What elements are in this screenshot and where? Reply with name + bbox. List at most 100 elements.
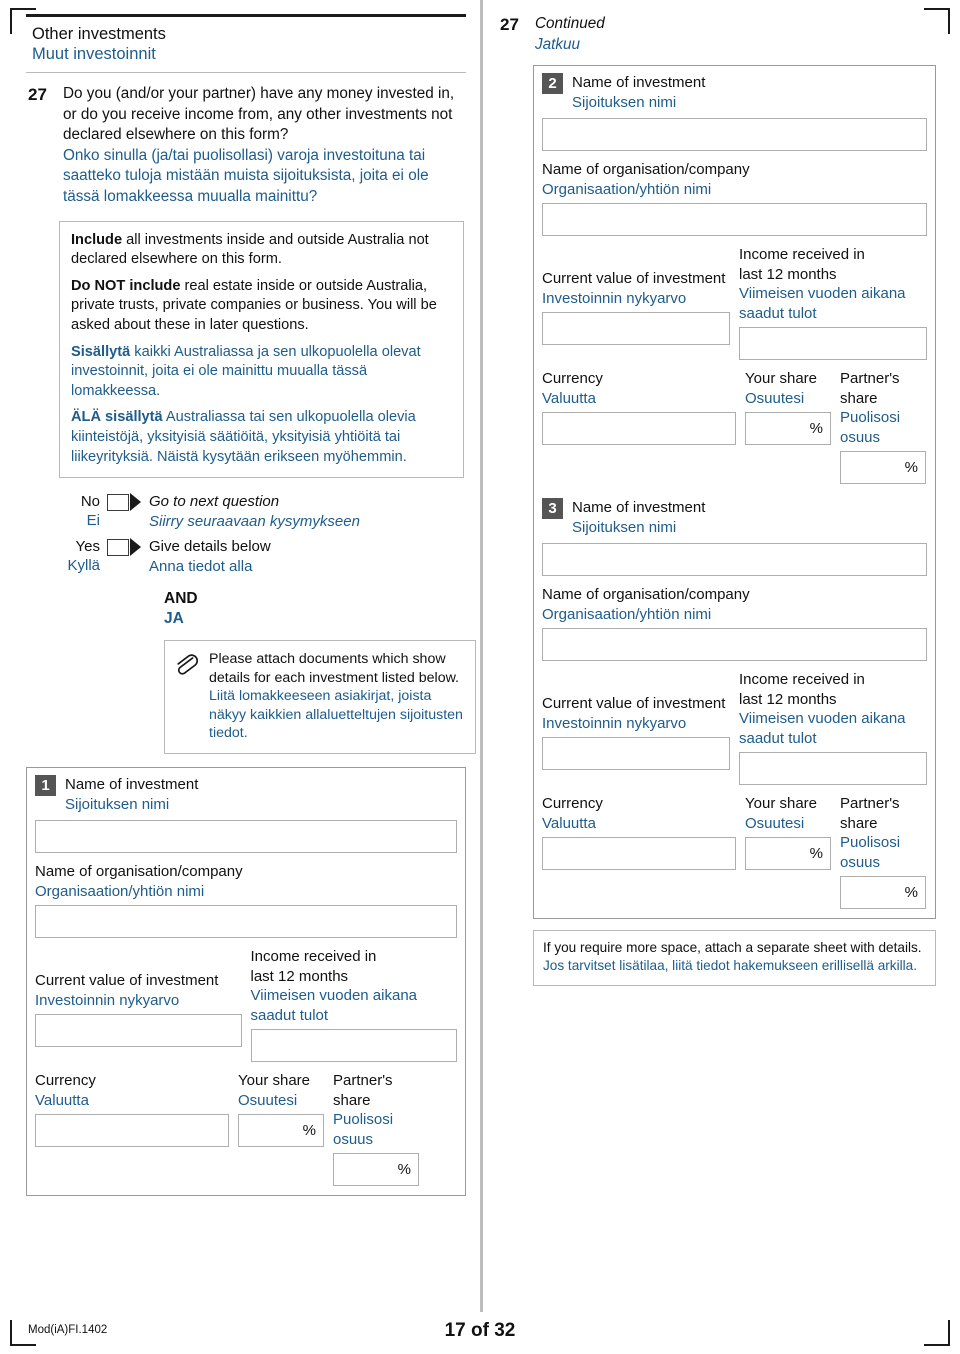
percent-symbol: % — [809, 420, 823, 438]
your-share-label-fi: Osuutesi — [745, 389, 805, 407]
answer-options: No Ei Go to next question Siirry seuraav… — [59, 492, 466, 576]
organisation-input[interactable] — [35, 905, 457, 939]
investment-2-heading: 2 Name of investment Sijoituksen nimi — [542, 73, 927, 112]
more-space-note-en: If you require more space, attach a sepa… — [543, 940, 922, 956]
left-column: Other investments Muut investoinnit 27 D… — [26, 14, 476, 1197]
current-value-input[interactable] — [35, 1014, 242, 1048]
answer-option-yes[interactable]: Yes Kyllä Give details below Anna tiedot… — [59, 537, 466, 576]
percent-symbol: % — [904, 884, 918, 902]
column-divider — [480, 0, 483, 1312]
current-value-label-fi: Investoinnin nykyarvo — [542, 714, 687, 732]
organisation-label-en: Name of organisation/company — [542, 161, 750, 179]
partner-share-label-en: Partner's share — [333, 1072, 393, 1109]
income-label-fi-line1: Viimeisen vuoden aikana — [739, 710, 906, 728]
investment-blocks-container: 2 Name of investment Sijoituksen nimi Na… — [533, 65, 936, 920]
percent-symbol: % — [397, 1161, 411, 1179]
name-of-investment-label-en: Name of investment — [65, 776, 199, 794]
organisation-input[interactable] — [542, 203, 927, 237]
name-of-investment-input[interactable] — [542, 543, 927, 577]
current-value-label-fi: Investoinnin nykyarvo — [542, 289, 687, 307]
income-label-fi-line2: saadut tulot — [739, 304, 817, 322]
answer-yes-label-fi: Kyllä — [67, 557, 100, 575]
answer-yes-label-en: Yes — [75, 538, 100, 556]
arrow-right-icon — [130, 493, 141, 512]
income-label-en-line1: Income received in — [739, 246, 865, 264]
section-title-en: Other investments — [32, 25, 166, 43]
section-title-fi: Muut investoinnit — [32, 45, 156, 63]
currency-label-fi: Valuutta — [542, 389, 596, 407]
income-input[interactable] — [739, 327, 927, 361]
question-27: 27 Do you (and/or your partner) have any… — [26, 84, 466, 208]
investment-3-heading: 3 Name of investment Sijoituksen nimi — [542, 498, 927, 537]
currency-input[interactable] — [542, 837, 736, 871]
your-share-input[interactable]: % — [238, 1114, 324, 1148]
answer-yes-action-en: Give details below — [149, 538, 271, 556]
organisation-label-fi: Organisaation/yhtiön nimi — [35, 882, 205, 900]
partner-share-label-fi: Puolisosi osuus — [840, 409, 901, 446]
and-label-en: AND — [164, 590, 198, 608]
checkbox-yes[interactable] — [107, 539, 129, 557]
your-share-label-en: Your share — [745, 795, 817, 813]
income-label-en-line2: last 12 months — [739, 690, 837, 708]
income-label-fi-line2: saadut tulot — [739, 729, 817, 747]
instruction-box: Include all investments inside and outsi… — [59, 220, 464, 479]
investment-block-1: 1 Name of investment Sijoituksen nimi Na… — [35, 775, 457, 1187]
currency-label-en: Currency — [542, 795, 603, 813]
currency-input[interactable] — [542, 412, 736, 446]
investment-1-heading: 1 Name of investment Sijoituksen nimi — [35, 775, 457, 814]
percent-symbol: % — [302, 1122, 316, 1140]
currency-label-fi: Valuutta — [542, 814, 596, 832]
answer-no-label-en: No — [80, 493, 100, 511]
more-space-note: If you require more space, attach a sepa… — [533, 930, 936, 986]
current-value-input[interactable] — [542, 312, 730, 346]
section-heading: Other investments Muut investoinnit — [26, 14, 466, 73]
instruction-include: Include all investments inside and outsi… — [71, 231, 453, 270]
partner-share-input[interactable]: % — [840, 451, 926, 485]
your-share-label-fi: Osuutesi — [745, 814, 805, 832]
question-text-en: Do you (and/or your partner) have any mo… — [63, 85, 455, 144]
more-space-note-fi: Jos tarvitset lisätilaa, liitä tiedot ha… — [543, 958, 917, 974]
investment-block-3: 3 Name of investment Sijoituksen nimi Na… — [542, 498, 927, 910]
organisation-input[interactable] — [542, 628, 927, 662]
name-of-investment-label-en: Name of investment — [572, 74, 706, 92]
instruction-do-not-include-keyword: Do NOT include — [71, 277, 181, 294]
partner-share-input[interactable]: % — [333, 1153, 419, 1187]
checkbox-no[interactable] — [107, 494, 129, 512]
name-of-investment-label-fi: Sijoituksen nimi — [572, 518, 677, 536]
name-of-investment-label-en: Name of investment — [572, 499, 706, 517]
name-of-investment-label-fi: Sijoituksen nimi — [65, 795, 170, 813]
income-label-en-line1: Income received in — [250, 948, 377, 966]
currency-label-fi: Valuutta — [35, 1091, 89, 1109]
income-input[interactable] — [250, 1029, 457, 1063]
current-value-label-fi: Investoinnin nykyarvo — [35, 991, 180, 1009]
investment-block-1-container: 1 Name of investment Sijoituksen nimi Na… — [26, 767, 466, 1197]
instruction-sisallyta-keyword: Sisällytä — [71, 343, 131, 360]
partner-share-input[interactable]: % — [840, 876, 926, 910]
investment-number-badge: 2 — [542, 73, 563, 95]
your-share-label-fi: Osuutesi — [238, 1091, 298, 1109]
currency-input[interactable] — [35, 1114, 229, 1148]
organisation-label-en: Name of organisation/company — [35, 863, 243, 881]
continued-label-fi: Jatkuu — [535, 35, 581, 53]
question-text-fi: Onko sinulla (ja/tai puolisollasi) varoj… — [63, 146, 429, 205]
income-label-fi-line1: Viimeisen vuoden aikana — [250, 987, 418, 1005]
partner-share-label-en: Partner's share — [840, 370, 900, 407]
current-value-label-en: Current value of investment — [542, 270, 726, 288]
attach-note-fi: Liitä lomakkeeseen asiakirjat, joista nä… — [209, 688, 463, 742]
answer-option-no[interactable]: No Ei Go to next question Siirry seuraav… — [59, 492, 466, 531]
name-of-investment-input[interactable] — [35, 820, 457, 854]
name-of-investment-input[interactable] — [542, 118, 927, 152]
your-share-input[interactable]: % — [745, 412, 831, 446]
income-input[interactable] — [739, 752, 927, 786]
current-value-input[interactable] — [542, 737, 730, 771]
instruction-include-keyword: Include — [71, 231, 123, 248]
percent-symbol: % — [809, 845, 823, 863]
right-column: 27 Continued Jatkuu 2 Name of investment… — [496, 14, 936, 986]
answer-no-action-en: Go to next question — [149, 493, 280, 511]
continued-number: 27 — [500, 15, 519, 34]
your-share-input[interactable]: % — [745, 837, 831, 871]
attach-documents-note: Please attach documents which show detai… — [164, 640, 476, 755]
name-of-investment-label-fi: Sijoituksen nimi — [572, 93, 677, 111]
organisation-label-fi: Organisaation/yhtiön nimi — [542, 605, 712, 623]
question-number: 27 — [28, 85, 47, 104]
